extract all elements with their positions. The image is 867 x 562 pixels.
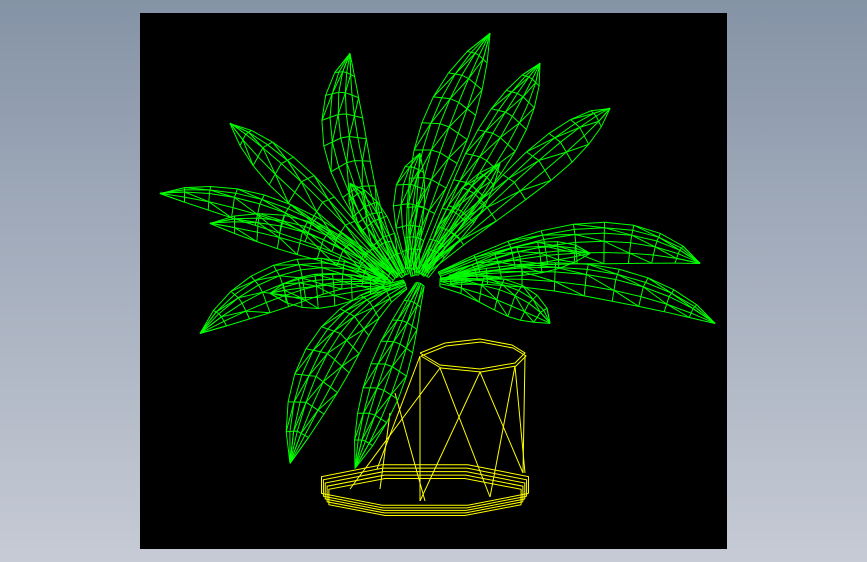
pot-base-ring [322, 467, 528, 509]
leaf-diagonal [395, 166, 411, 186]
leaf-diagonal [395, 204, 402, 229]
leaf-diagonal [390, 375, 407, 396]
leaf-diagonal [348, 115, 355, 137]
leaf-diagonal [448, 108, 468, 128]
leaf-diagonal [327, 339, 347, 354]
leaf-diagonal [330, 141, 333, 172]
leaf-diagonal [354, 307, 374, 317]
leaf-diagonal [361, 138, 367, 161]
leaf-diagonal [341, 353, 360, 367]
leaf-cross-section [507, 285, 523, 317]
leaf-diagonal [353, 97, 360, 117]
leaf-rib [229, 122, 396, 279]
leaf-rib [344, 53, 402, 274]
leaf-cross-section [627, 225, 635, 264]
leaf-rib [450, 283, 716, 324]
leaf-diagonal [376, 366, 393, 389]
leaf-diagonal [361, 414, 376, 441]
leaf-diagonal [337, 92, 346, 115]
leaf-diagonal [413, 122, 432, 151]
leaf-diagonal [430, 98, 451, 124]
leaf-rib [439, 283, 551, 324]
leaf-diagonal [431, 157, 449, 180]
leaf-diagonal [321, 310, 346, 328]
leaf-cross-section [314, 274, 319, 309]
leaf-cross-section [663, 289, 675, 312]
leaf-diagonal [574, 234, 605, 242]
plant-leaves-wireframe [159, 32, 716, 469]
leaf-cross-section [410, 274, 419, 277]
leaf-diagonal [519, 179, 552, 192]
leaf-diagonal [262, 147, 276, 175]
leaf-diagonal [346, 328, 365, 341]
leaf-diagonal [658, 236, 681, 251]
leaf-diagonal [603, 240, 630, 254]
leaf-rib [349, 53, 405, 273]
leaf-diagonal [215, 297, 239, 313]
leaf-rib [450, 278, 716, 324]
leaf-diagonal [305, 381, 324, 403]
leaf-cross-section [572, 224, 578, 264]
leaf-diagonal [391, 347, 407, 367]
leaf-diagonal [362, 363, 379, 388]
leaf-rib [439, 286, 551, 324]
leaf-diagonal [573, 223, 605, 229]
leaf-diagonal [349, 53, 352, 75]
leaf-diagonal [518, 251, 540, 254]
leaf-diagonal [316, 285, 335, 296]
leaf-diagonal [558, 259, 575, 263]
leaf-diagonal [274, 173, 289, 204]
leaf-diagonal [542, 234, 575, 236]
leaf-diagonal [499, 122, 520, 138]
leaf-diagonal [374, 394, 392, 416]
leaf-cross-section [332, 273, 336, 306]
leaf-diagonal [449, 78, 470, 100]
wireframe-scene [159, 32, 716, 516]
leaf-diagonal [254, 275, 280, 282]
pot-facet-diagonal [439, 367, 491, 498]
leaf-cross-section [548, 133, 573, 163]
pot-edge [489, 365, 516, 498]
pot-edge [419, 371, 481, 502]
leaf-diagonal [299, 282, 317, 287]
leaf-diagonal [298, 264, 323, 269]
leaf-cross-section [321, 113, 363, 121]
leaf-diagonal [334, 294, 353, 302]
leaf-diagonal [696, 304, 716, 324]
leaf-diagonal [363, 317, 380, 330]
leaf-diagonal [647, 277, 672, 294]
leaf-diagonal [245, 310, 271, 314]
leaf-diagonal [229, 123, 249, 133]
leaf-diagonal [322, 365, 343, 383]
leaf-diagonal [508, 160, 540, 179]
leaf-diagonal [331, 114, 339, 143]
leaf-diagonal [431, 126, 450, 151]
leaf-diagonal [479, 137, 501, 158]
leaf-cross-section [603, 222, 605, 264]
leaf-cross-section [533, 307, 548, 323]
leaf-cross-section [339, 308, 370, 336]
leaf-cross-section [323, 135, 367, 147]
leaf-diagonal [389, 288, 407, 300]
leaf-diagonal [538, 151, 567, 161]
leaf-diagonal [346, 136, 350, 163]
model-viewport[interactable] [140, 13, 727, 549]
leaf-diagonal [159, 192, 185, 203]
leaf-diagonal [460, 220, 497, 241]
leaf-diagonal [588, 263, 618, 275]
leaf-diagonal [273, 264, 300, 266]
leaf-diagonal [282, 220, 303, 233]
leaf-diagonal [334, 52, 351, 73]
leaf-diagonal [300, 181, 318, 212]
leaf-diagonal [416, 286, 425, 305]
leaf-diagonal [328, 199, 346, 226]
